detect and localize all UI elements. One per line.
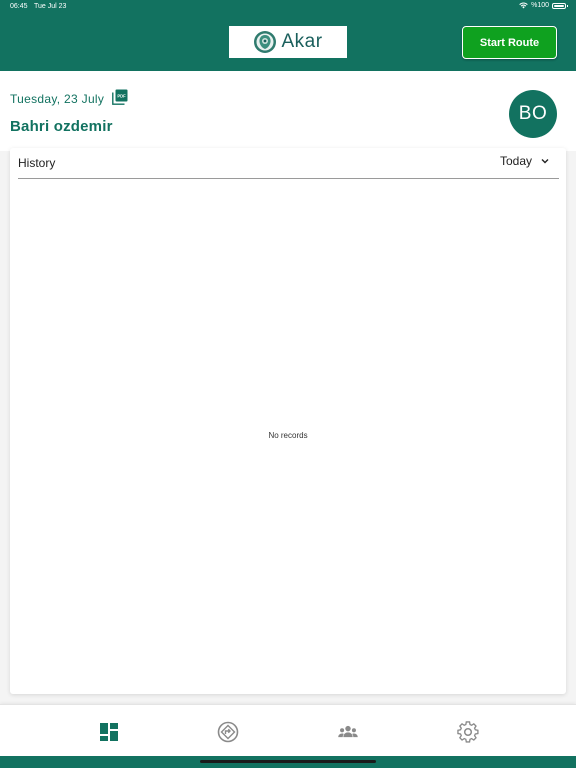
nav-routes[interactable] (216, 720, 240, 744)
bottom-navigation (0, 704, 576, 756)
status-date: Tue Jul 23 (34, 3, 67, 10)
history-title: History (18, 156, 56, 170)
logo-text: Akar (281, 31, 323, 52)
avatar[interactable]: BO (509, 90, 557, 138)
nav-dashboard[interactable] (97, 720, 121, 744)
status-indicators: %100 (519, 2, 568, 9)
wifi-icon (519, 2, 528, 9)
status-time: 06:45 (10, 3, 28, 10)
customers-icon (338, 725, 358, 738)
empty-state-message: No records (268, 431, 308, 440)
battery-level: %100 (531, 2, 549, 9)
routes-icon (217, 721, 239, 743)
driver-name: Bahri ozdemir (10, 118, 113, 135)
period-dropdown[interactable]: Today (500, 154, 550, 168)
app-header: 06:45 Tue Jul 23 %100 Akar Start Route (0, 0, 576, 71)
app-logo: Akar (229, 26, 347, 58)
divider (18, 178, 559, 179)
start-route-button[interactable]: Start Route (462, 26, 557, 59)
nav-customers[interactable] (336, 720, 360, 744)
driver-info: Tuesday, 23 July PDF Bahri ozdemir BO (0, 71, 576, 151)
period-value: Today (499, 154, 532, 168)
dashboard-icon (100, 723, 118, 741)
settings-icon (457, 721, 479, 743)
battery-icon (552, 2, 568, 9)
history-card: History Today No records (10, 148, 566, 694)
current-date: Tuesday, 23 July (10, 92, 105, 106)
logo-icon (254, 31, 277, 53)
nav-settings[interactable] (456, 720, 480, 744)
home-indicator (200, 760, 376, 763)
svg-text:PDF: PDF (117, 94, 126, 99)
chevron-down-icon (541, 159, 549, 164)
screen: 06:45 Tue Jul 23 %100 Akar Start Route T (0, 0, 576, 768)
pdf-icon[interactable]: PDF (112, 89, 128, 105)
